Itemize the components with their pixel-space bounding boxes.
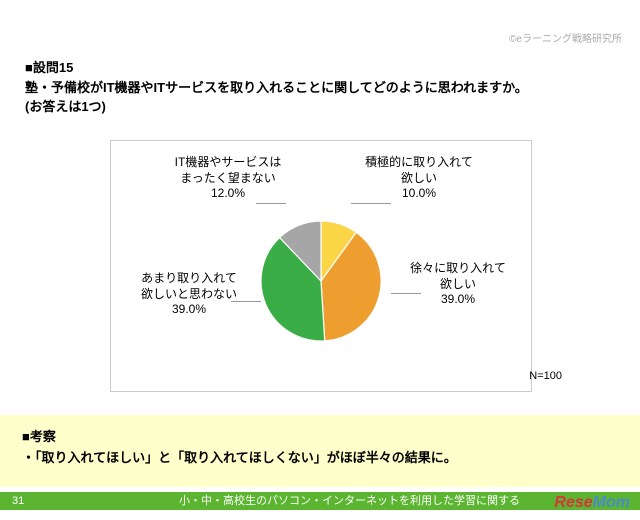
analysis-block: ■考察 ・「取り入れてほしい」と「取り入れてほしくない」がほぼ半々の結果に。 — [0, 415, 640, 487]
leader-line — [256, 203, 286, 204]
label-b: 徐々に取り入れて 欲しい 39.0% — [403, 261, 513, 308]
logo: ReseMom — [554, 494, 630, 512]
question-text: 塾・予備校がIT機器やITサービスを取り入れることに関してどのように思われますか… — [25, 80, 528, 95]
copyright: ©eラーニング戦略研究所 — [509, 30, 622, 45]
chart-container: 積極的に取り入れて 欲しい 10.0% 徐々に取り入れて 欲しい 39.0% あ… — [110, 140, 532, 392]
footer-bar: 31 小・中・高校生のパソコン・インターネットを利用した学習に関する — [0, 492, 640, 510]
question-number: ■設問15 — [25, 60, 73, 75]
question-note: (お答えは1つ) — [25, 99, 106, 114]
leader-line — [391, 293, 421, 294]
pie-svg — [261, 221, 381, 341]
pie-chart — [261, 221, 381, 341]
question-block: ■設問15 塾・予備校がIT機器やITサービスを取り入れることに関してどのように… — [25, 58, 615, 117]
label-d: IT機器やサービスは まったく望まない 12.0% — [153, 155, 303, 202]
label-a: 積極的に取り入れて 欲しい 10.0% — [349, 155, 489, 202]
n-count: N=100 — [529, 370, 562, 382]
analysis-bullet: ・「取り入れてほしい」と「取り入れてほしくない」がほぼ半々の結果に。 — [22, 450, 457, 465]
page-number: 31 — [12, 492, 24, 510]
leader-line — [231, 301, 261, 302]
leader-line — [351, 203, 391, 204]
analysis-heading: ■考察 — [22, 429, 56, 444]
label-c: あまり取り入れて 欲しいと思わない 39.0% — [129, 271, 249, 318]
footer-title: 小・中・高校生のパソコン・インターネットを利用した学習に関する — [179, 492, 520, 510]
